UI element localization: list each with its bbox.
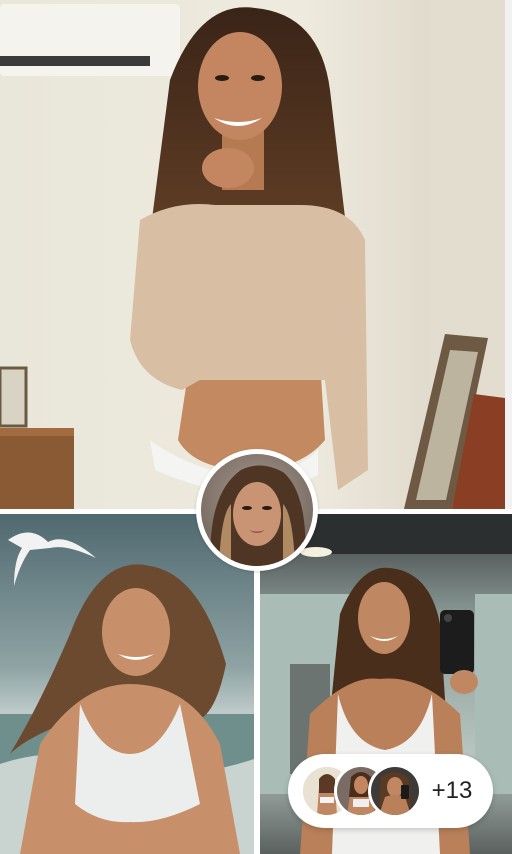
photo-main-image (0, 0, 505, 509)
divider-strip (505, 0, 512, 509)
profile-avatar-image (201, 454, 313, 566)
photo-gallery: +13 (0, 0, 512, 854)
thumbnail-3-image (371, 767, 419, 815)
more-photos-count: +13 (431, 777, 473, 804)
more-photos-button[interactable]: +13 (288, 754, 493, 828)
profile-avatar[interactable] (196, 449, 318, 571)
profile-avatar-image-wrap (201, 454, 313, 566)
photo-beach[interactable] (0, 514, 254, 854)
thumbnail-3 (368, 764, 422, 818)
photo-beach-image (0, 514, 254, 854)
photo-main[interactable] (0, 0, 505, 509)
